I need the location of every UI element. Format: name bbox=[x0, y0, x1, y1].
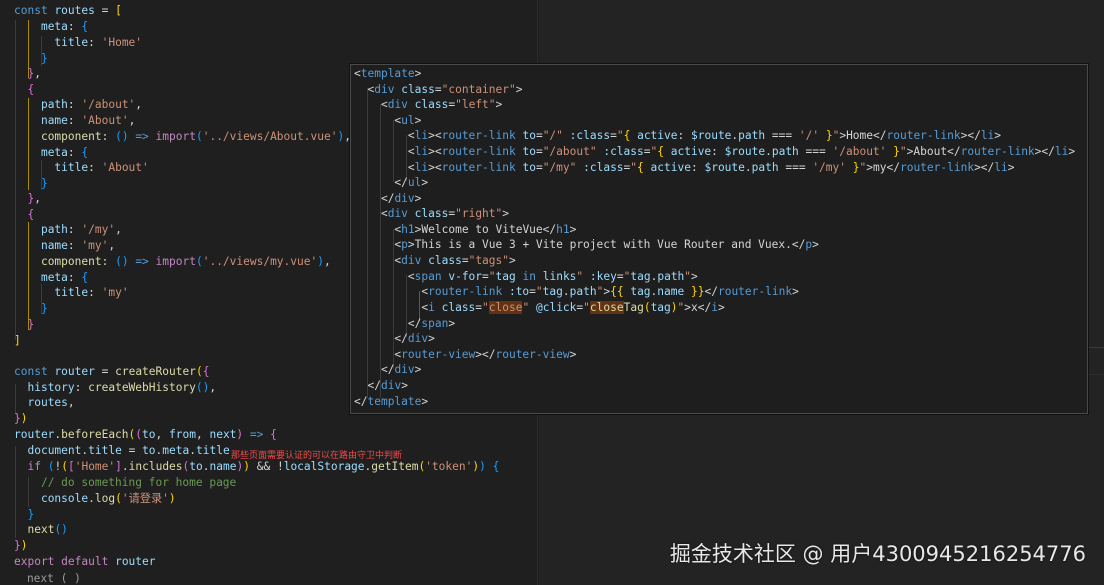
code-line: <div class="tags"> bbox=[394, 254, 516, 267]
code-line: meta: { bbox=[40, 271, 89, 284]
code-line: } bbox=[40, 177, 48, 190]
code-line: </div> bbox=[380, 363, 422, 376]
code-line: next() bbox=[27, 523, 68, 536]
code-line: <router-view></router-view> bbox=[394, 348, 577, 361]
code-line: }, bbox=[27, 192, 41, 205]
code-line: title: 'About' bbox=[54, 161, 149, 174]
code-line: const router = createRouter({ bbox=[14, 365, 210, 378]
code-line: title: 'my' bbox=[54, 286, 129, 299]
code-line: <h1>Welcome to ViteVue</h1> bbox=[394, 223, 577, 236]
code-line: <template> bbox=[354, 67, 422, 80]
code-line: name: 'About', bbox=[40, 114, 136, 127]
code-line: } bbox=[40, 52, 48, 65]
code-line: routes, bbox=[27, 396, 75, 409]
code-line: <p>This is a Vue 3 + Vite project with V… bbox=[394, 238, 819, 251]
clipped-code-line: next ( ) bbox=[0, 572, 81, 585]
code-line: console.log('请登录') bbox=[40, 492, 176, 505]
code-line: <div class="right"> bbox=[380, 207, 510, 220]
code-line: // do something for home page bbox=[40, 476, 237, 489]
code-line: <li><router-link to="/about" :class="{ a… bbox=[407, 145, 1076, 158]
code-line: }, bbox=[27, 67, 41, 80]
code-line: component: () => import('../views/About.… bbox=[40, 130, 351, 143]
watermark: 掘金技术社区 @ 用户4300945216254776 bbox=[669, 542, 1086, 566]
code-line: <li><router-link to="/my" :class="{ acti… bbox=[407, 161, 1015, 174]
code-line: meta: { bbox=[40, 146, 89, 159]
template-code-overlay[interactable]: <template> <div class="container"> <div … bbox=[350, 64, 1088, 414]
code-line: title: 'Home' bbox=[54, 36, 143, 49]
code-line: <li><router-link to="/" :class="{ active… bbox=[407, 129, 1002, 142]
code-line: path: '/my', bbox=[40, 223, 122, 236]
code-line: name: 'my', bbox=[40, 239, 116, 252]
code-line: </div> bbox=[394, 332, 435, 345]
code-line: <span v-for="tag in links" :key="tag.pat… bbox=[407, 270, 698, 283]
code-line: const routes = [ bbox=[14, 4, 122, 17]
code-line: component: () => import('../views/my.vue… bbox=[40, 255, 331, 268]
annotation-note: 那些页面需要认证的可以在路由守卫中判断 bbox=[231, 451, 403, 461]
code-line: export default router bbox=[14, 555, 156, 568]
screenshot-root: const routes = [ meta: { title: 'Home' }… bbox=[0, 0, 1104, 585]
code-line: }) bbox=[14, 412, 28, 425]
code-line: } bbox=[40, 302, 48, 315]
code-line: </template> bbox=[354, 395, 429, 408]
code-line: <div class="left"> bbox=[380, 98, 503, 111]
code-line: <div class="container"> bbox=[367, 83, 523, 96]
code-line: meta: { bbox=[40, 20, 89, 33]
code-line: <i class="close" @click="closeTag(tag)">… bbox=[421, 301, 725, 314]
code-line: { bbox=[27, 83, 35, 96]
code-line: router.beforeEach((to, from, next) => { bbox=[14, 428, 277, 441]
code-line: <router-link :to="tag.path">{{ tag.name … bbox=[421, 285, 799, 298]
code-line: </ul> bbox=[394, 176, 429, 189]
code-line: } bbox=[27, 508, 35, 521]
code-line: } bbox=[27, 318, 35, 331]
code-line: history: createWebHistory(), bbox=[27, 381, 217, 394]
code-line: ] bbox=[14, 334, 21, 347]
code-line: }) bbox=[14, 539, 28, 552]
code-line: </span> bbox=[407, 317, 456, 330]
code-line: </div> bbox=[367, 379, 408, 392]
code-line: path: '/about', bbox=[40, 98, 143, 111]
code-line: </div> bbox=[380, 192, 422, 205]
code-line: document.title = to.meta.title bbox=[27, 444, 230, 457]
code-line: { bbox=[27, 208, 35, 221]
code-line: <ul> bbox=[394, 114, 422, 127]
